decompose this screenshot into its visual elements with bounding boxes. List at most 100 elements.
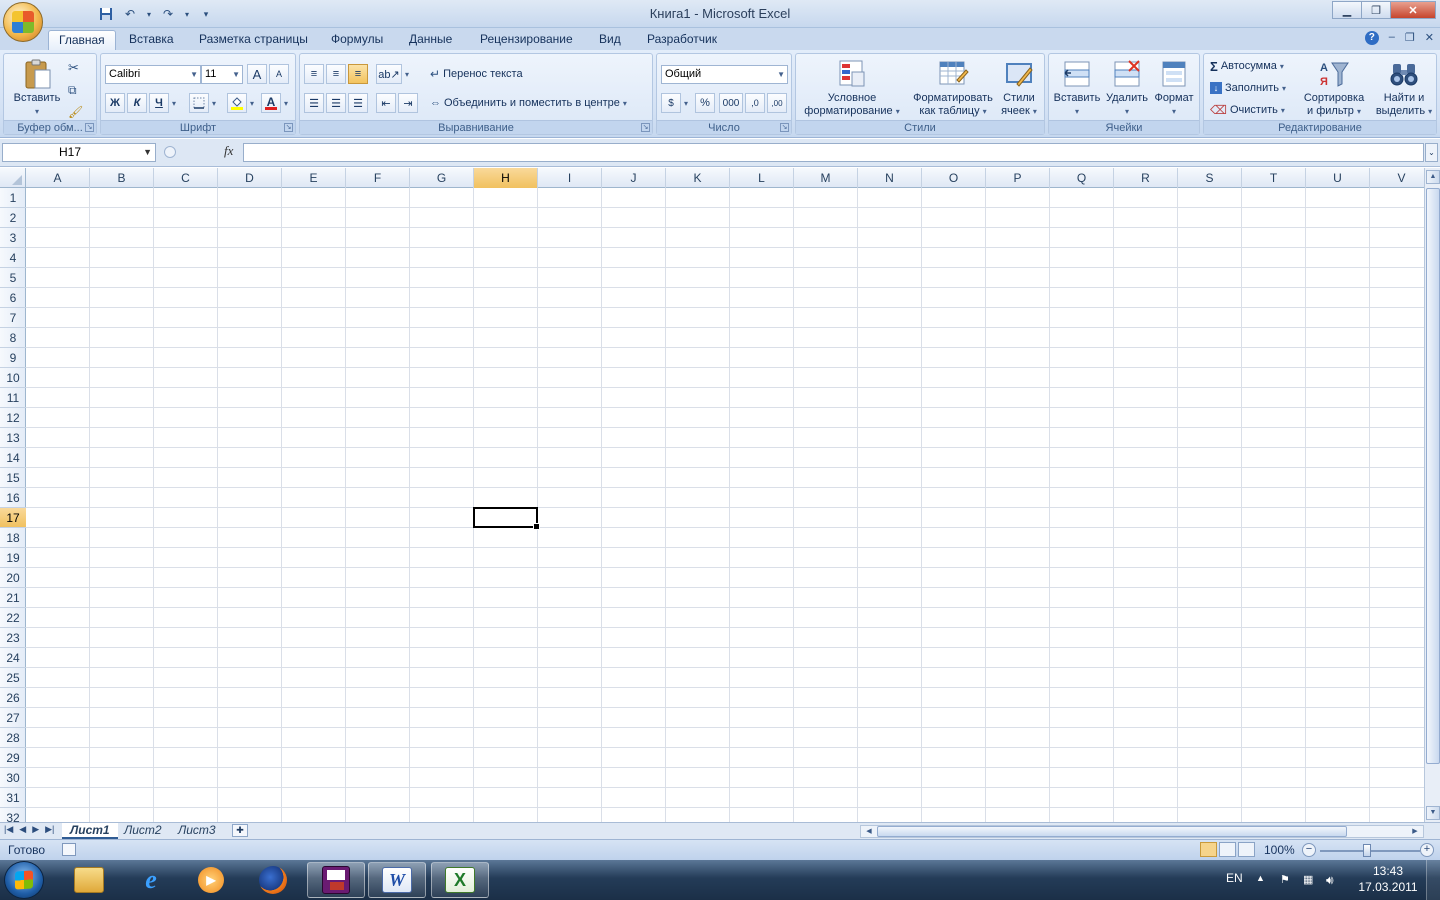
taskbar-internet-explorer[interactable]: e bbox=[122, 862, 180, 898]
ribbon-close-icon[interactable]: ✕ bbox=[1425, 31, 1434, 45]
number-format-combo[interactable]: Общий ▼ bbox=[661, 65, 788, 84]
sheet-tab-2[interactable]: Лист2 bbox=[116, 823, 170, 839]
zoom-out-icon[interactable]: − bbox=[1302, 843, 1316, 857]
office-button[interactable] bbox=[3, 2, 43, 42]
tab-page-layout[interactable]: Разметка страницы bbox=[189, 30, 318, 50]
minimize-button[interactable]: ▁ bbox=[1332, 1, 1362, 19]
taskbar-media-player[interactable]: ▶ bbox=[182, 862, 240, 898]
active-cell-h17[interactable] bbox=[473, 507, 540, 530]
cut-button[interactable]: ✂ bbox=[68, 58, 79, 78]
column-header-v[interactable]: V bbox=[1370, 168, 1424, 188]
select-all-button[interactable] bbox=[0, 168, 26, 188]
delete-cells-dropdown-icon[interactable]: ▾ bbox=[1125, 105, 1129, 118]
column-header-p[interactable]: P bbox=[986, 168, 1050, 188]
row-header-25[interactable]: 25 bbox=[0, 668, 26, 688]
shrink-font-button[interactable]: A bbox=[269, 64, 289, 84]
tab-review[interactable]: Рецензирование bbox=[470, 30, 583, 50]
format-as-table-button[interactable]: Форматировать как таблицу ▾ bbox=[906, 58, 1000, 118]
first-sheet-icon[interactable]: |◀ bbox=[4, 824, 13, 835]
clear-button[interactable]: ⌫ Очистить ▾ bbox=[1210, 100, 1285, 120]
align-bottom-button[interactable]: ≡ bbox=[348, 64, 368, 84]
column-header-o[interactable]: O bbox=[922, 168, 986, 188]
column-header-u[interactable]: U bbox=[1306, 168, 1370, 188]
ribbon-minimize-icon[interactable]: – bbox=[1389, 31, 1395, 45]
system-clock[interactable]: 13:43 17.03.2011 bbox=[1356, 863, 1420, 895]
insert-sheet-icon[interactable]: ✚ bbox=[232, 824, 248, 837]
start-button[interactable] bbox=[4, 861, 44, 899]
delete-cells-button[interactable]: Удалить ▾ bbox=[1103, 58, 1151, 118]
align-top-button[interactable]: ≡ bbox=[304, 64, 324, 84]
decrease-indent-button[interactable]: ⇤ bbox=[376, 93, 396, 113]
orientation-button[interactable]: ab↗ ▾ bbox=[376, 64, 409, 84]
paste-dropdown-icon[interactable]: ▾ bbox=[35, 105, 39, 118]
name-box-dropdown-icon[interactable]: ▼ bbox=[143, 144, 152, 161]
tab-developer[interactable]: Разработчик bbox=[637, 30, 727, 50]
row-header-30[interactable]: 30 bbox=[0, 768, 26, 788]
zoom-level[interactable]: 100% bbox=[1264, 843, 1295, 857]
font-name-combo[interactable]: Calibri ▼ bbox=[105, 65, 201, 84]
row-header-6[interactable]: 6 bbox=[0, 288, 26, 308]
row-header-4[interactable]: 4 bbox=[0, 248, 26, 268]
insert-cells-dropdown-icon[interactable]: ▾ bbox=[1075, 105, 1079, 118]
row-header-24[interactable]: 24 bbox=[0, 648, 26, 668]
maximize-button[interactable]: ❐ bbox=[1361, 1, 1391, 19]
column-header-l[interactable]: L bbox=[730, 168, 794, 188]
merge-center-button[interactable]: ⇔ Объединить и поместить в центре ▾ bbox=[430, 93, 627, 113]
close-button[interactable]: ✕ bbox=[1390, 1, 1436, 19]
row-header-21[interactable]: 21 bbox=[0, 588, 26, 608]
page-layout-view-icon[interactable] bbox=[1219, 842, 1236, 857]
taskbar-excel[interactable]: X bbox=[431, 862, 489, 898]
row-header-13[interactable]: 13 bbox=[0, 428, 26, 448]
sort-filter-button[interactable]: АЯ Сортировка и фильтр ▾ bbox=[1298, 58, 1370, 118]
borders-dropdown-icon[interactable]: ▾ bbox=[212, 99, 216, 108]
increase-decimal-button[interactable]: ,0 bbox=[745, 93, 765, 113]
scroll-up-icon[interactable]: ▲ bbox=[1426, 170, 1440, 184]
insert-cells-button[interactable]: Вставить ▾ bbox=[1053, 58, 1101, 118]
fill-color-button[interactable]: ▾ bbox=[227, 93, 254, 113]
vertical-scrollbar[interactable]: ▲ ▼ bbox=[1424, 168, 1440, 822]
help-icon[interactable]: ? bbox=[1364, 31, 1379, 45]
row-header-8[interactable]: 8 bbox=[0, 328, 26, 348]
row-header-28[interactable]: 28 bbox=[0, 728, 26, 748]
formula-input[interactable] bbox=[243, 143, 1424, 162]
column-header-s[interactable]: S bbox=[1178, 168, 1242, 188]
taskbar-floppy-app[interactable] bbox=[307, 862, 365, 898]
horizontal-scroll-thumb[interactable] bbox=[877, 826, 1347, 837]
percent-button[interactable]: % bbox=[695, 93, 715, 113]
column-header-i[interactable]: I bbox=[538, 168, 602, 188]
row-header-18[interactable]: 18 bbox=[0, 528, 26, 548]
column-header-f[interactable]: F bbox=[346, 168, 410, 188]
decrease-decimal-button[interactable]: ,00 bbox=[767, 93, 787, 113]
action-center-flag-icon[interactable]: ⚑ bbox=[1280, 873, 1294, 887]
row-header-5[interactable]: 5 bbox=[0, 268, 26, 288]
row-header-7[interactable]: 7 bbox=[0, 308, 26, 328]
column-header-b[interactable]: B bbox=[90, 168, 154, 188]
horizontal-scrollbar[interactable]: ◀ ▶ bbox=[860, 825, 1424, 838]
row-header-2[interactable]: 2 bbox=[0, 208, 26, 228]
column-header-k[interactable]: K bbox=[666, 168, 730, 188]
format-cells-dropdown-icon[interactable]: ▾ bbox=[1172, 105, 1176, 118]
tab-home[interactable]: Главная bbox=[48, 30, 116, 50]
currency-button[interactable]: $ ▾ bbox=[661, 93, 688, 113]
zoom-slider-thumb[interactable] bbox=[1363, 844, 1371, 857]
clear-dropdown-icon[interactable]: ▾ bbox=[1281, 106, 1285, 115]
row-header-26[interactable]: 26 bbox=[0, 688, 26, 708]
taskbar-firefox[interactable] bbox=[244, 862, 302, 898]
name-box[interactable]: H17 ▼ bbox=[2, 143, 156, 162]
row-header-10[interactable]: 10 bbox=[0, 368, 26, 388]
row-header-11[interactable]: 11 bbox=[0, 388, 26, 408]
clipboard-launcher-icon[interactable]: ↘ bbox=[85, 123, 94, 132]
row-header-12[interactable]: 12 bbox=[0, 408, 26, 428]
font-launcher-icon[interactable]: ↘ bbox=[284, 123, 293, 132]
alignment-launcher-icon[interactable]: ↘ bbox=[641, 123, 650, 132]
row-header-20[interactable]: 20 bbox=[0, 568, 26, 588]
paste-button[interactable]: Вставить ▾ bbox=[12, 58, 62, 118]
tab-insert[interactable]: Вставка bbox=[119, 30, 184, 50]
redo-icon[interactable]: ↷ bbox=[158, 5, 178, 23]
column-header-g[interactable]: G bbox=[410, 168, 474, 188]
row-header-23[interactable]: 23 bbox=[0, 628, 26, 648]
format-as-table-dropdown-icon[interactable]: ▾ bbox=[983, 107, 987, 116]
fill-button[interactable]: ↓ Заполнить ▾ bbox=[1210, 78, 1286, 98]
next-sheet-icon[interactable]: ▶ bbox=[32, 824, 39, 835]
sheet-tab-1[interactable]: Лист1 bbox=[62, 823, 118, 839]
